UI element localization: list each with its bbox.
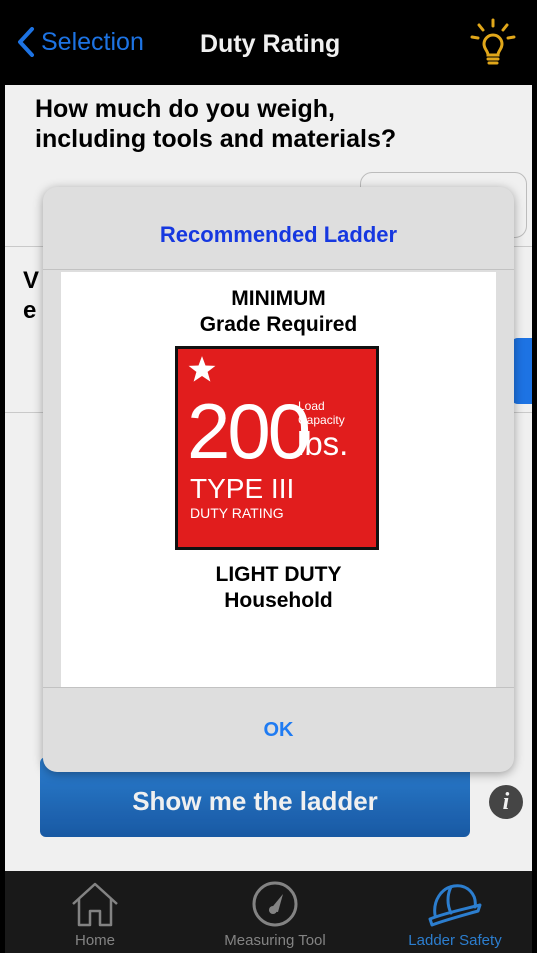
dialog-separator	[43, 687, 514, 688]
load-capacity-value: 200	[187, 387, 311, 475]
dialog-content: MINIMUM Grade Required 200 Load Capacity…	[61, 272, 496, 687]
capacity-unit: lbs.	[297, 425, 349, 462]
app-screen: Selection Duty Rating How much do you we…	[5, 0, 532, 953]
dialog-title: Recommended Ladder	[159, 222, 398, 247]
dialog-separator	[43, 269, 514, 270]
ok-button[interactable]: OK	[43, 719, 514, 742]
duty-rating-caption: DUTY RATING	[190, 505, 284, 521]
ladder-type: TYPE III	[190, 473, 295, 504]
minimum-heading: MINIMUM Grade Required	[199, 287, 358, 336]
duty-rating-card: MINIMUM Grade Required 200 Load Capacity…	[115, 272, 442, 687]
duty-class: LIGHT DUTY Household	[215, 563, 342, 612]
star-icon	[188, 356, 216, 382]
recommended-ladder-dialog: Recommended Ladder MINIMUM Grade Require…	[43, 187, 514, 772]
phone-frame: Selection Duty Rating How much do you we…	[0, 0, 537, 953]
duty-rating-badge: 200 Load Capacity lbs. TYPE III DUTY RAT…	[175, 346, 379, 550]
load-capacity-label: Load Capacity	[298, 399, 345, 427]
